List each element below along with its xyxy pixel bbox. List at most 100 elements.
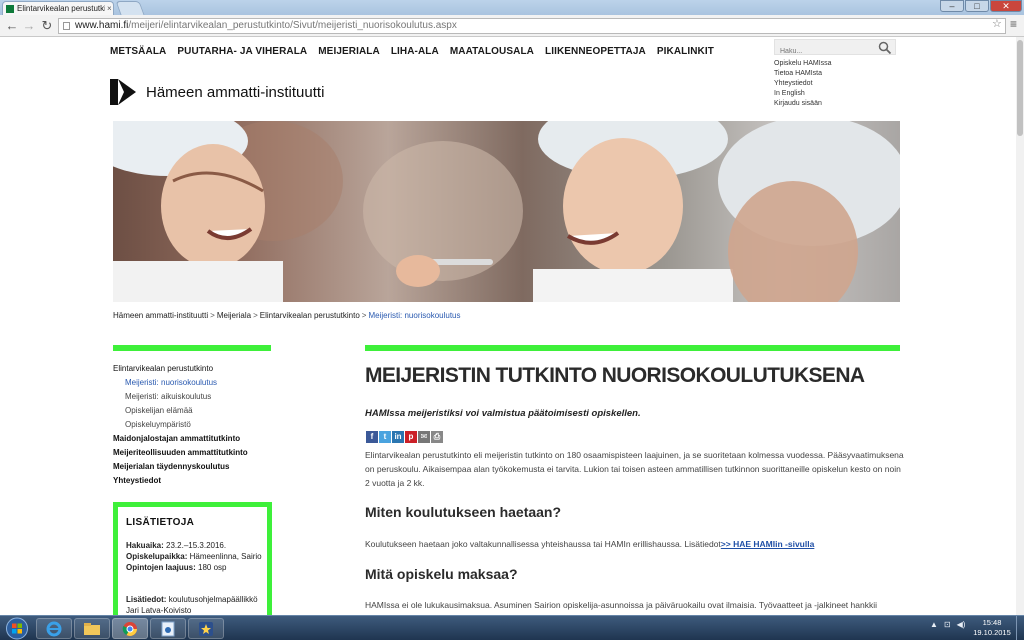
linkedin-icon[interactable]: in xyxy=(392,431,404,443)
new-tab-button[interactable] xyxy=(115,1,145,15)
util-link-login[interactable]: Kirjaudu sisään xyxy=(774,99,832,109)
star-icon[interactable]: ☆ xyxy=(992,17,1002,30)
maximize-button[interactable]: □ xyxy=(965,0,989,12)
sidebar-item-opiskeluymparisto[interactable]: Opiskeluympäristö xyxy=(113,418,273,432)
taskbar-explorer[interactable] xyxy=(74,618,110,639)
network-icon[interactable]: ⊡ xyxy=(944,620,951,629)
forward-arrow-icon[interactable]: → xyxy=(22,18,36,33)
chrome-icon xyxy=(122,621,137,636)
clock-time: 15:48 xyxy=(982,618,1002,627)
browser-tab-active[interactable]: Elintarvikealan perustutkinto × xyxy=(2,1,114,15)
document-app-icon xyxy=(161,621,175,636)
windows-start-icon[interactable] xyxy=(3,617,31,640)
twitter-icon[interactable]: t xyxy=(379,431,391,443)
taskbar: ▲ ⊡ ◀) 15:48 19.10.2015 xyxy=(0,615,1024,640)
nav-pikalinkit[interactable]: PIKALINKIT xyxy=(657,46,714,57)
info-value: 23.2.–15.3.2016. xyxy=(166,541,227,550)
breadcrumb-item[interactable]: Hämeen ammatti-instituutti xyxy=(113,311,208,320)
sidebar-item-nuorisokoulutus[interactable]: Meijeristi: nuorisokoulutus xyxy=(113,376,273,390)
taskbar-chrome[interactable] xyxy=(112,618,148,639)
favicon-icon xyxy=(6,4,14,13)
volume-icon[interactable]: ◀) xyxy=(957,620,966,629)
nav-liikenneopettaja[interactable]: LIIKENNEOPETTAJA xyxy=(545,46,646,57)
url-host: www.hami.fi xyxy=(75,20,129,31)
info-contact-name: Jari Latva-Koivisto xyxy=(126,606,192,615)
pinterest-icon[interactable]: p xyxy=(405,431,417,443)
info-hakuaika: Hakuaika: 23.2.–15.3.2016. xyxy=(126,540,259,551)
breadcrumb-item[interactable]: Meijeriala xyxy=(217,311,251,320)
util-link-tietoa[interactable]: Tietoa HAMIsta xyxy=(774,69,832,79)
search-input[interactable] xyxy=(775,44,875,59)
heading-how-to-apply: Miten koulutukseen haetaan? xyxy=(365,504,562,520)
info-label: Hakuaika: xyxy=(126,541,164,550)
scrollbar-thumb[interactable] xyxy=(1017,40,1023,136)
site-logo[interactable]: Hämeen ammatti-instituutti xyxy=(110,79,324,105)
tray-expand-icon[interactable]: ▲ xyxy=(930,620,938,629)
sidebar-accent-bar xyxy=(113,345,271,351)
util-link-yhteystiedot[interactable]: Yhteystiedot xyxy=(774,79,832,89)
cost-paragraph: HAMIssa ei ole lukukausimaksua. Asuminen… xyxy=(365,600,877,610)
hero-photo-students xyxy=(113,121,900,302)
nav-puutarha[interactable]: PUUTARHA- JA VIHERALA xyxy=(177,46,307,57)
util-link-opiskelu[interactable]: Opiskelu HAMIssa xyxy=(774,59,832,69)
sidebar-item-meijeriteollisuus[interactable]: Meijeriteollisuuden ammattitutkinto xyxy=(113,446,273,460)
show-desktop-button[interactable] xyxy=(1016,616,1024,640)
sidebar-item-yhteystiedot[interactable]: Yhteystiedot xyxy=(113,474,273,488)
sidebar-item-taydennyskoulutus[interactable]: Meijerialan täydennyskoulutus xyxy=(113,460,273,474)
lead-text: HAMIssa meijeristiksi voi valmistua päät… xyxy=(365,408,641,419)
info-box-title: LISÄTIETOJA xyxy=(126,517,195,528)
facebook-icon[interactable]: f xyxy=(366,431,378,443)
sidebar-item-opiskelijan-elama[interactable]: Opiskelijan elämää xyxy=(113,404,273,418)
utility-links: Opiskelu HAMIssa Tietoa HAMIsta Yhteysti… xyxy=(774,59,832,109)
heading-cost: Mitä opiskelu maksaa? xyxy=(365,566,518,582)
breadcrumb-item[interactable]: Elintarvikealan perustutkinto xyxy=(260,311,360,320)
tab-close-icon[interactable]: × xyxy=(107,4,112,13)
page-icon xyxy=(63,22,70,30)
page-title: MEIJERISTIN TUTKINTO NUORISOKOULUTUKSENA xyxy=(365,364,865,387)
info-gap xyxy=(126,573,259,594)
sidebar-item-maidonjalostaja[interactable]: Maidonjalostajan ammattitutkinto xyxy=(113,432,273,446)
search-box xyxy=(774,39,896,59)
apply-text: Koulutukseen haetaan joko valtakunnallis… xyxy=(365,539,721,549)
email-icon[interactable]: ✉ xyxy=(418,431,430,443)
hero-image xyxy=(113,121,900,302)
info-value: koulutusohjelmapäällikkö xyxy=(168,595,258,604)
info-label: Opiskelupaikka: xyxy=(126,552,188,561)
info-opiskelupaikka: Opiskelupaikka: Hämeenlinna, Sairio xyxy=(126,551,262,562)
nav-meijeriala[interactable]: MEIJERIALA xyxy=(318,46,380,57)
nav-maatalousala[interactable]: MAATALOUSALA xyxy=(450,46,534,57)
intro-paragraph: Elintarvikealan perustutkinto eli meijer… xyxy=(365,450,904,488)
browser-titlebar: Elintarvikealan perustutkinto × ‒ □ ✕ xyxy=(0,0,1024,15)
explorer-icon xyxy=(84,622,100,635)
share-buttons: f t in p ✉ ⎙ xyxy=(366,431,444,443)
nav-liha-ala[interactable]: LIHA-ALA xyxy=(391,46,439,57)
page-scrollbar[interactable] xyxy=(1016,37,1024,615)
taskbar-app[interactable] xyxy=(188,618,224,639)
back-arrow-icon[interactable]: ← xyxy=(5,18,19,33)
util-link-english[interactable]: In English xyxy=(774,89,832,99)
main-accent-bar xyxy=(365,345,900,351)
address-bar[interactable]: www.hami.fi/meijeri/elintarvikealan_peru… xyxy=(58,18,1006,34)
apply-link[interactable]: >> HAE HAMIin -sivulla xyxy=(721,539,815,549)
info-label: Lisätiedot: xyxy=(126,595,167,604)
close-window-button[interactable]: ✕ xyxy=(990,0,1022,12)
reload-icon[interactable]: ↻ xyxy=(40,18,54,33)
menu-icon[interactable]: ≡ xyxy=(1010,17,1017,31)
clock[interactable]: 15:48 19.10.2015 xyxy=(972,618,1012,638)
logo-text: Hämeen ammatti-instituutti xyxy=(146,83,325,101)
print-icon[interactable]: ⎙ xyxy=(431,431,443,443)
search-icon[interactable] xyxy=(878,41,892,55)
clock-date: 19.10.2015 xyxy=(973,628,1011,637)
breadcrumb: Hämeen ammatti-instituutti > Meijeriala > El… xyxy=(113,311,461,320)
info-value: 180 osp xyxy=(198,563,227,572)
sidebar-item-aikuiskoulutus[interactable]: Meijeristi: aikuiskoulutus xyxy=(113,390,273,404)
minimize-button[interactable]: ‒ xyxy=(940,0,964,12)
browser-toolbar: ← → ↻ www.hami.fi/meijeri/elintarvikeala… xyxy=(0,15,1024,37)
sidebar-item-elintarvikeala[interactable]: Elintarvikealan perustutkinto xyxy=(113,362,273,376)
nav-metsaala[interactable]: METSÄALA xyxy=(110,46,166,57)
info-value: Hämeenlinna, Sairio xyxy=(189,552,262,561)
star-app-icon xyxy=(199,621,213,636)
taskbar-ie[interactable] xyxy=(36,618,72,639)
taskbar-app[interactable] xyxy=(150,618,186,639)
top-navigation: METSÄALA PUUTARHA- JA VIHERALA MEIJERIAL… xyxy=(110,46,725,57)
